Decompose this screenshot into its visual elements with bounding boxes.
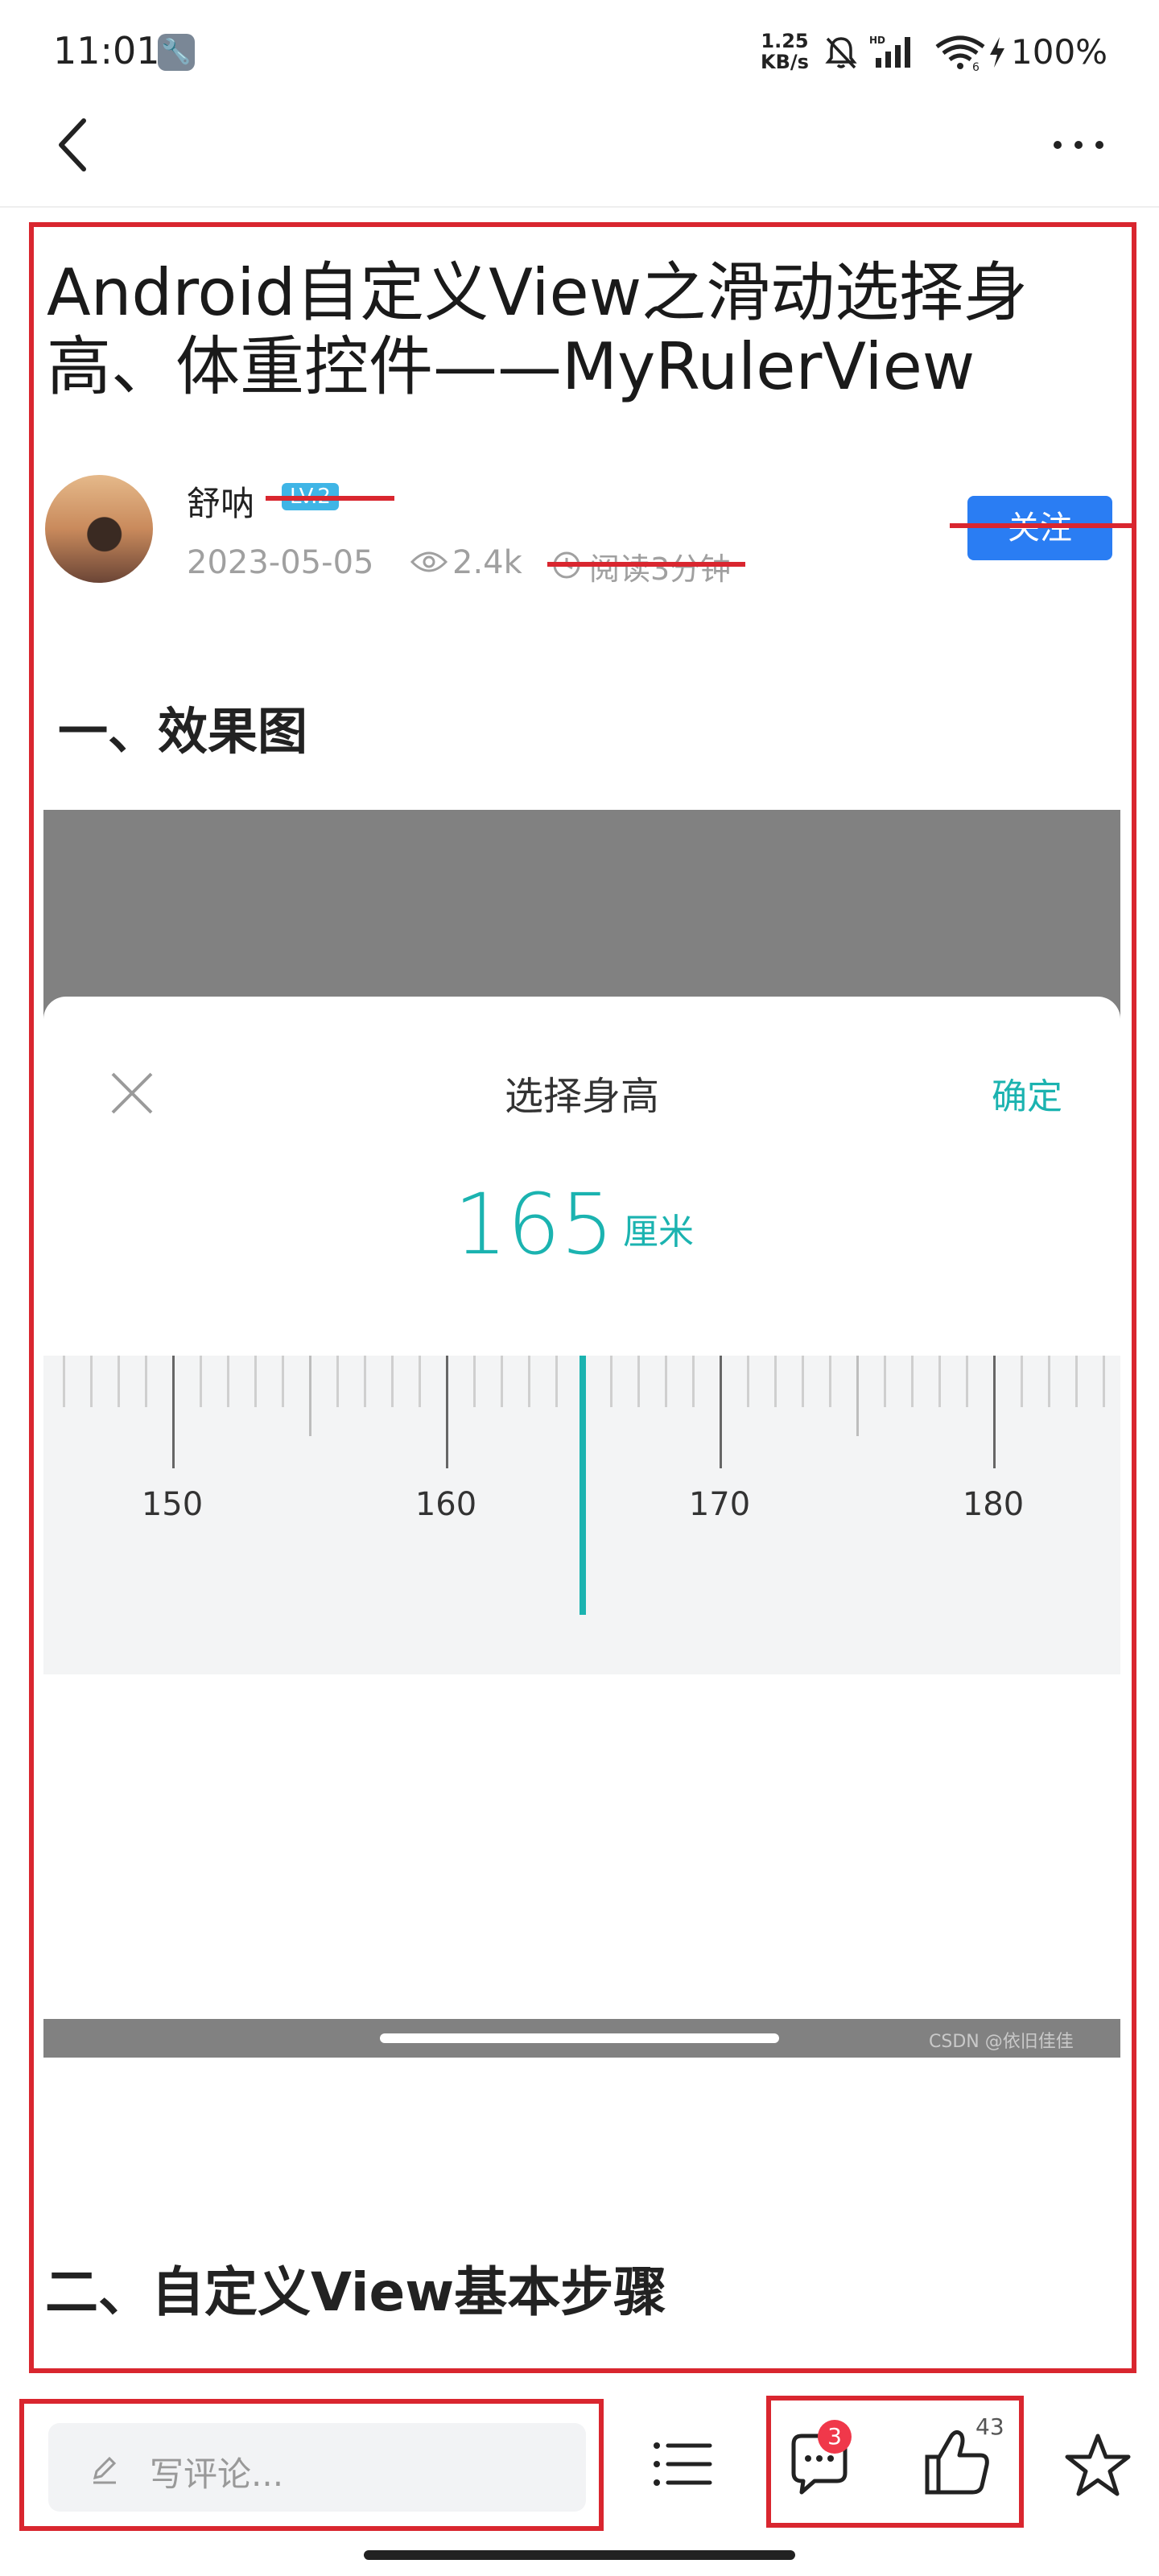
more-options-icon[interactable]	[1046, 121, 1111, 169]
signal-icon: HD	[869, 35, 910, 68]
highlight-box	[29, 222, 1136, 2373]
battery-level: 100%	[1011, 32, 1108, 72]
nav-divider	[0, 206, 1159, 208]
home-indicator	[364, 2550, 795, 2560]
status-bar: 11:01 🔧 1.25 KB/s HD 6 100%	[0, 0, 1159, 105]
star-icon[interactable]	[1064, 2431, 1132, 2499]
svg-text:HD: HD	[869, 35, 885, 46]
back-button[interactable]	[48, 113, 97, 177]
charging-icon	[990, 37, 1004, 68]
highlight-box	[766, 2396, 1024, 2528]
network-speed: 1.25 KB/s	[757, 31, 813, 72]
wifi-icon: 6	[935, 35, 985, 72]
status-time: 11:01	[53, 29, 160, 72]
svg-text:6: 6	[972, 61, 980, 72]
highlight-box	[19, 2399, 604, 2531]
wrench-icon: 🔧	[158, 34, 195, 71]
bell-muted-icon	[825, 37, 857, 69]
net-speed-value: 1.25	[761, 30, 809, 52]
catalog-list-icon[interactable]	[650, 2436, 715, 2492]
net-speed-unit: KB/s	[761, 51, 809, 73]
